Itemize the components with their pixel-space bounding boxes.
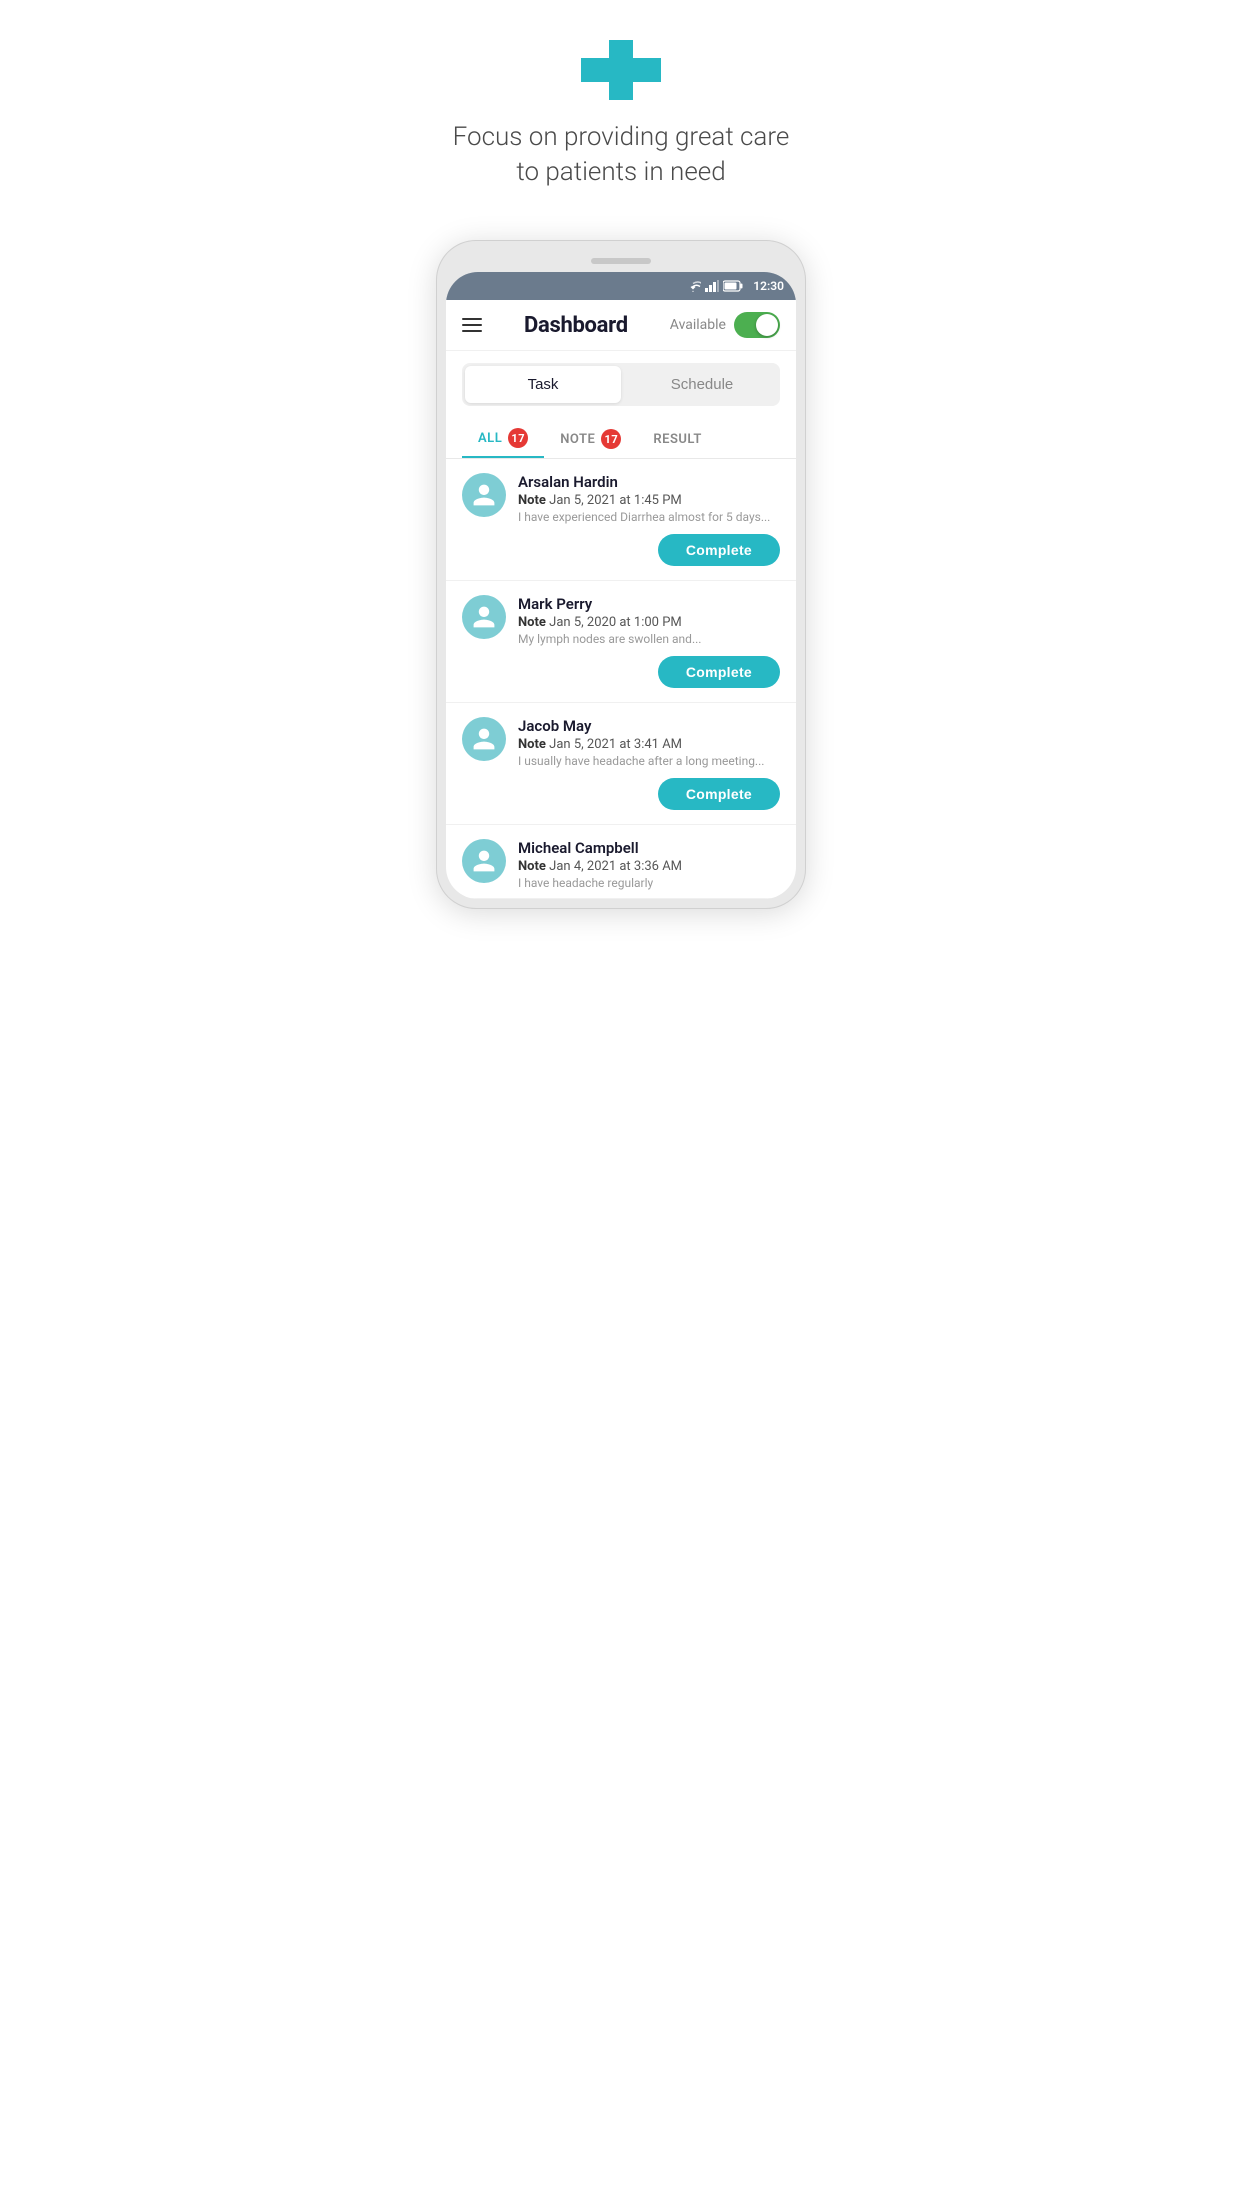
- person-icon: [471, 848, 497, 874]
- task-item: Arsalan Hardin Note Jan 5, 2021 at 1:45 …: [446, 459, 796, 581]
- phone-mockup: 12:30 Dashboard Available Task Schedule: [436, 240, 806, 909]
- logo-icon: [581, 40, 661, 100]
- person-icon: [471, 482, 497, 508]
- avatar: [462, 473, 506, 517]
- task-item-top: Arsalan Hardin Note Jan 5, 2021 at 1:45 …: [462, 473, 780, 524]
- task-content: Mark Perry Note Jan 5, 2020 at 1:00 PM M…: [518, 595, 780, 646]
- phone-inner: 12:30 Dashboard Available Task Schedule: [446, 272, 796, 899]
- complete-btn-row: Complete: [462, 656, 780, 688]
- signal-icon: [705, 280, 719, 292]
- task-item-top: Jacob May Note Jan 5, 2021 at 3:41 AM I …: [462, 717, 780, 768]
- phone-speaker: [591, 258, 651, 264]
- filter-tabs: ALL 17 NOTE 17 RESULT: [446, 418, 796, 459]
- avatar: [462, 717, 506, 761]
- person-icon: [471, 604, 497, 630]
- hamburger-menu-icon[interactable]: [462, 318, 482, 332]
- task-item: Micheal Campbell Note Jan 4, 2021 at 3:3…: [446, 825, 796, 899]
- patient-name: Arsalan Hardin: [518, 473, 780, 491]
- task-content: Jacob May Note Jan 5, 2021 at 3:41 AM I …: [518, 717, 780, 768]
- patient-name: Jacob May: [518, 717, 780, 735]
- filter-note-badge: 17: [601, 429, 621, 449]
- task-item-top: Mark Perry Note Jan 5, 2020 at 1:00 PM M…: [462, 595, 780, 646]
- task-item-top: Micheal Campbell Note Jan 4, 2021 at 3:3…: [462, 839, 780, 890]
- task-date: Jan 5, 2020 at 1:00 PM: [549, 615, 682, 630]
- task-description: I have headache regularly: [518, 876, 780, 890]
- task-note-line: Note Jan 5, 2021 at 1:45 PM: [518, 493, 780, 508]
- availability-toggle[interactable]: [734, 312, 780, 338]
- task-note-line: Note Jan 4, 2021 at 3:36 AM: [518, 859, 780, 874]
- task-date: Jan 4, 2021 at 3:36 AM: [549, 859, 682, 874]
- filter-tab-note[interactable]: NOTE 17: [544, 418, 637, 458]
- patient-name: Micheal Campbell: [518, 839, 780, 857]
- task-description: My lymph nodes are swollen and...: [518, 632, 780, 646]
- status-bar: 12:30: [446, 272, 796, 300]
- app-header: Dashboard Available: [446, 300, 796, 351]
- page-wrapper: Focus on providing great care to patient…: [414, 0, 828, 909]
- task-note-line: Note Jan 5, 2021 at 3:41 AM: [518, 737, 780, 752]
- tagline: Focus on providing great care to patient…: [414, 120, 828, 190]
- task-note-line: Note Jan 5, 2020 at 1:00 PM: [518, 615, 780, 630]
- task-content: Arsalan Hardin Note Jan 5, 2021 at 1:45 …: [518, 473, 780, 524]
- available-label: Available: [670, 317, 726, 333]
- complete-btn-row: Complete: [462, 778, 780, 810]
- task-date: Jan 5, 2021 at 3:41 AM: [549, 737, 682, 752]
- availability-section: Available: [670, 312, 780, 338]
- status-icons: [685, 280, 743, 292]
- filter-all-label: ALL: [478, 431, 502, 446]
- battery-icon: [723, 280, 743, 292]
- complete-button[interactable]: Complete: [658, 778, 780, 810]
- task-content: Micheal Campbell Note Jan 4, 2021 at 3:3…: [518, 839, 780, 890]
- logo-section: Focus on providing great care to patient…: [414, 0, 828, 240]
- task-item: Jacob May Note Jan 5, 2021 at 3:41 AM I …: [446, 703, 796, 825]
- task-description: I usually have headache after a long mee…: [518, 754, 780, 768]
- tab-switcher: Task Schedule: [462, 363, 780, 406]
- complete-btn-row: Complete: [462, 534, 780, 566]
- task-date: Jan 5, 2021 at 1:45 PM: [549, 493, 682, 508]
- filter-all-badge: 17: [508, 428, 528, 448]
- note-label: Note: [518, 737, 546, 752]
- complete-button[interactable]: Complete: [658, 656, 780, 688]
- patient-name: Mark Perry: [518, 595, 780, 613]
- filter-note-label: NOTE: [560, 432, 595, 447]
- complete-button[interactable]: Complete: [658, 534, 780, 566]
- task-list: Arsalan Hardin Note Jan 5, 2021 at 1:45 …: [446, 459, 796, 899]
- avatar: [462, 839, 506, 883]
- filter-tab-result[interactable]: RESULT: [637, 418, 718, 458]
- schedule-tab[interactable]: Schedule: [624, 363, 780, 406]
- task-tab[interactable]: Task: [465, 366, 621, 403]
- filter-result-label: RESULT: [653, 432, 702, 447]
- note-label: Note: [518, 493, 546, 508]
- person-icon: [471, 726, 497, 752]
- task-item: Mark Perry Note Jan 5, 2020 at 1:00 PM M…: [446, 581, 796, 703]
- note-label: Note: [518, 615, 546, 630]
- wifi-icon: [685, 280, 701, 292]
- note-label: Note: [518, 859, 546, 874]
- filter-tab-all[interactable]: ALL 17: [462, 418, 544, 458]
- task-description: I have experienced Diarrhea almost for 5…: [518, 510, 780, 524]
- app-title: Dashboard: [524, 313, 628, 338]
- avatar: [462, 595, 506, 639]
- status-time: 12:30: [753, 279, 784, 293]
